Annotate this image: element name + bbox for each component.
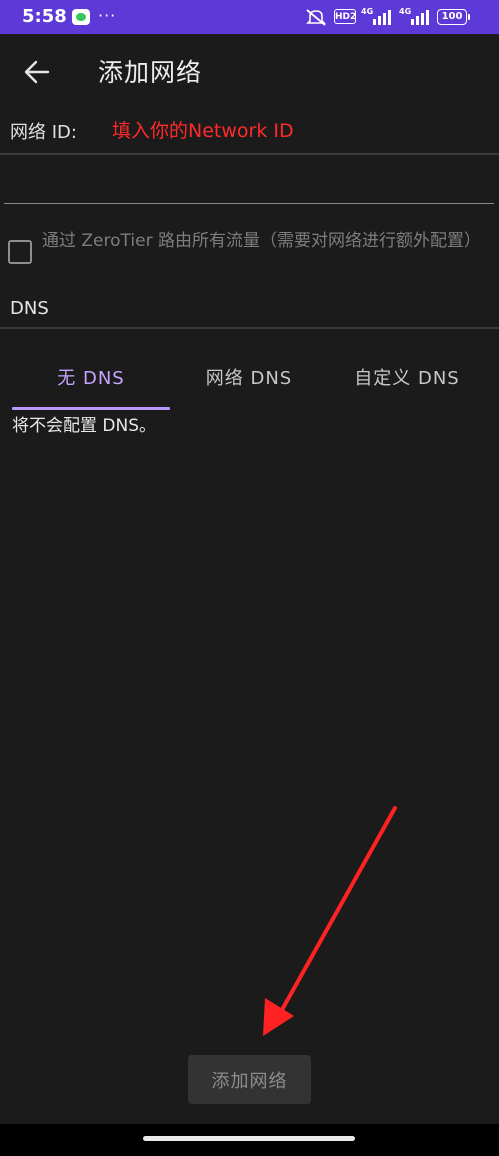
wechat-icon xyxy=(72,9,90,25)
status-time: 5:58 xyxy=(22,6,67,27)
tab-network-dns[interactable]: 网络 DNS xyxy=(170,362,328,402)
divider xyxy=(0,327,499,329)
page-title: 添加网络 xyxy=(98,58,203,87)
tab-indicator xyxy=(12,407,170,410)
route-all-traffic-label: 通过 ZeroTier 路由所有流量（需要对网络进行额外配置） xyxy=(42,231,481,251)
arrow-left-icon[interactable] xyxy=(20,55,56,91)
dns-description: 将不会配置 DNS。 xyxy=(12,416,157,436)
signal-icon xyxy=(400,7,432,25)
network-id-annotation: 填入你的Network ID xyxy=(112,120,294,142)
more-notifications-icon: ··· xyxy=(98,6,117,25)
battery-tip xyxy=(468,14,470,20)
mute-icon xyxy=(306,9,326,26)
tab-custom-dns[interactable]: 自定义 DNS xyxy=(328,362,486,402)
tab-no-dns[interactable]: 无 DNS xyxy=(12,362,170,402)
network-id-label: 网络 ID: xyxy=(10,122,77,143)
route-all-traffic-checkbox[interactable] xyxy=(8,240,32,264)
divider xyxy=(0,153,499,155)
network-id-input[interactable] xyxy=(4,156,494,204)
signal-icon xyxy=(362,7,392,25)
battery-icon: 100 xyxy=(437,9,467,25)
hd-badge: HD2 xyxy=(334,9,356,24)
add-network-button[interactable]: 添加网络 xyxy=(188,1055,311,1104)
dns-section-label: DNS xyxy=(10,298,49,319)
home-indicator[interactable] xyxy=(143,1136,355,1141)
